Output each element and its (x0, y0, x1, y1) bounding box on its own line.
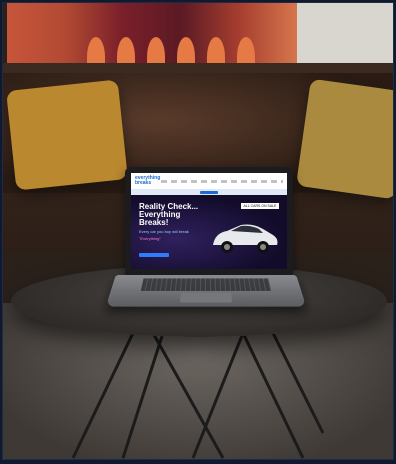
wall-art (7, 3, 297, 77)
mustard-pillow-right (295, 78, 393, 200)
site-header: everything breaks (131, 173, 287, 189)
website-screenshot: everything breaks Reality Check... Every… (131, 173, 287, 269)
hero-banner: Reality Check... Everything Breaks! Ever… (131, 195, 287, 269)
photo-frame: everything breaks Reality Check... Every… (2, 2, 394, 460)
hero-tagline-highlight: "Everything" (139, 236, 161, 241)
laptop-keyboard-base (105, 275, 307, 307)
wall (297, 3, 393, 71)
laptop-screen: everything breaks Reality Check... Every… (125, 167, 293, 275)
hero-tagline: Every car you buy will break (139, 229, 189, 234)
site-logo: everything breaks (135, 175, 161, 186)
site-nav (161, 179, 283, 183)
hero-cta-button (139, 253, 169, 257)
keyboard (140, 278, 272, 291)
sale-badge: ALL CARS ON SALE (241, 203, 279, 209)
car-image (213, 224, 278, 253)
hero-title: Reality Check... Everything Breaks! (139, 202, 199, 227)
mustard-pillow-left (6, 79, 128, 191)
trackpad (179, 292, 233, 303)
promo-button (200, 190, 218, 194)
